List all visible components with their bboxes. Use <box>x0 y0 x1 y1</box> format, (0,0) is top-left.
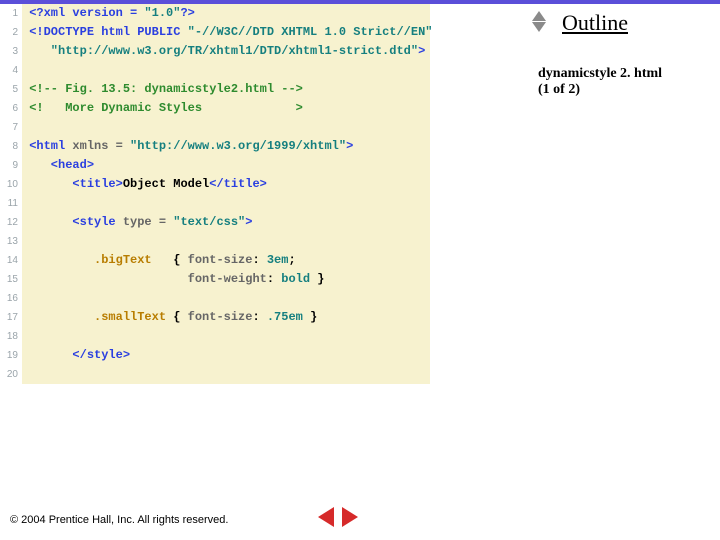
outline-next-button[interactable] <box>532 22 546 32</box>
code-token: ?> <box>180 4 194 23</box>
code-token: "http://www.w3.org/TR/xhtml1/DTD/xhtml1-… <box>29 42 418 61</box>
code-token: : <box>267 270 281 289</box>
code-token: <! More Dynamic Styles > <box>29 99 303 118</box>
line-number: 2 <box>0 23 22 42</box>
line-number: 7 <box>0 118 22 137</box>
code-line: 11 <box>0 194 428 213</box>
code-line: 6 <! More Dynamic Styles > <box>0 99 428 118</box>
line-number: 4 <box>0 61 22 80</box>
code-token: <!DOCTYPE html PUBLIC <box>29 23 187 42</box>
code-token: .75em <box>267 308 303 327</box>
code-token: </title> <box>209 175 267 194</box>
code-line: 4 <box>0 61 428 80</box>
line-number: 16 <box>0 289 22 308</box>
code-line: 2 <!DOCTYPE html PUBLIC "-//W3C//DTD XHT… <box>0 23 428 42</box>
code-token: > <box>346 137 353 156</box>
code-token: <style <box>29 213 123 232</box>
code-token: { <box>173 251 187 270</box>
code-token: "1.0" <box>144 4 180 23</box>
code-token: <head> <box>29 156 94 175</box>
code-token: <!-- Fig. 13.5: dynamicstyle2.html --> <box>29 80 303 99</box>
code-token: "text/css" <box>173 213 245 232</box>
line-number: 12 <box>0 213 22 232</box>
current-file-label: dynamicstyle 2. html (1 of 2) <box>538 66 708 98</box>
code-token: > <box>418 42 425 61</box>
copyright: © 2004 Prentice Hall, Inc. All rights re… <box>10 514 228 526</box>
code-token: ; <box>288 251 295 270</box>
line-number: 13 <box>0 232 22 251</box>
code-token: <html <box>29 137 72 156</box>
code-token: 3em <box>267 251 289 270</box>
code-area: 1 <?xml version = "1.0"?>2 <!DOCTYPE htm… <box>0 4 430 384</box>
code-token: .smallText <box>29 308 173 327</box>
outline-nav <box>532 10 546 33</box>
code-token: </style> <box>29 346 130 365</box>
code-line: 17 .smallText { font-size: .75em } <box>0 308 428 327</box>
code-token: <?xml version = <box>29 4 144 23</box>
code-token: "http://www.w3.org/1999/xhtml" <box>130 137 346 156</box>
code-line: 20 <box>0 365 428 384</box>
line-number: 14 <box>0 251 22 270</box>
slide-pager <box>316 507 360 532</box>
code-line: 1 <?xml version = "1.0"?> <box>0 4 428 23</box>
page: 1 <?xml version = "1.0"?>2 <!DOCTYPE htm… <box>0 0 720 540</box>
code-listing: 1 <?xml version = "1.0"?>2 <!DOCTYPE htm… <box>0 4 428 384</box>
code-token: type = <box>123 213 173 232</box>
line-number: 15 <box>0 270 22 289</box>
line-number: 9 <box>0 156 22 175</box>
filename: dynamicstyle 2. html <box>538 66 662 81</box>
code-token: bold <box>281 270 310 289</box>
code-token: } <box>310 270 324 289</box>
code-line: 3 "http://www.w3.org/TR/xhtml1/DTD/xhtml… <box>0 42 428 61</box>
code-token: font-weight <box>29 270 267 289</box>
outline-heading: Outline <box>562 10 708 36</box>
line-number: 11 <box>0 194 22 213</box>
code-token: Object Model <box>123 175 209 194</box>
line-number: 6 <box>0 99 22 118</box>
code-line: 8 <html xmlns = "http://www.w3.org/1999/… <box>0 137 428 156</box>
code-token: font-size <box>188 308 253 327</box>
page-indicator: (1 of 2) <box>538 82 580 97</box>
code-token: font-size <box>188 251 253 270</box>
code-token: { <box>173 308 187 327</box>
line-number: 17 <box>0 308 22 327</box>
line-number: 3 <box>0 42 22 61</box>
code-token: <title> <box>29 175 123 194</box>
code-line: 15 font-weight: bold } <box>0 270 428 289</box>
code-token: > <box>245 213 252 232</box>
code-token: : <box>252 308 266 327</box>
line-number: 18 <box>0 327 22 346</box>
line-number: 10 <box>0 175 22 194</box>
line-number: 20 <box>0 365 22 384</box>
line-number: 1 <box>0 4 22 23</box>
prev-slide-button[interactable] <box>318 507 334 527</box>
code-line: 7 <box>0 118 428 137</box>
code-line: 16 <box>0 289 428 308</box>
line-number: 5 <box>0 80 22 99</box>
sidebar: Outline dynamicstyle 2. html (1 of 2) <box>538 8 708 98</box>
code-token: xmlns = <box>72 137 130 156</box>
code-line: 9 <head> <box>0 156 428 175</box>
code-line: 18 <box>0 327 428 346</box>
code-line: 5 <!-- Fig. 13.5: dynamicstyle2.html --> <box>0 80 428 99</box>
code-token: "-//W3C//DTD XHTML 1.0 Strict//EN" <box>188 23 433 42</box>
line-number: 8 <box>0 137 22 156</box>
code-line: 13 <box>0 232 428 251</box>
code-token: .bigText <box>29 251 173 270</box>
outline-prev-button[interactable] <box>532 11 546 21</box>
code-line: 19 </style> <box>0 346 428 365</box>
code-line: 14 .bigText { font-size: 3em; <box>0 251 428 270</box>
code-line: 12 <style type = "text/css"> <box>0 213 428 232</box>
footer: © 2004 Prentice Hall, Inc. All rights re… <box>10 514 228 526</box>
code-line: 10 <title>Object Model</title> <box>0 175 428 194</box>
code-token: } <box>303 308 317 327</box>
code-token: : <box>252 251 266 270</box>
next-slide-button[interactable] <box>342 507 358 527</box>
line-number: 19 <box>0 346 22 365</box>
